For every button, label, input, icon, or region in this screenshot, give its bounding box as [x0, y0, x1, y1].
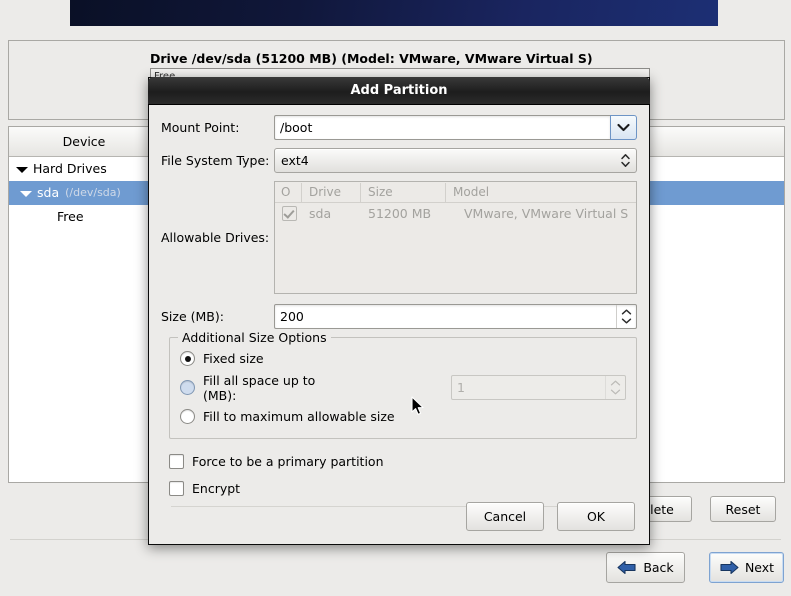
radio-fill-up-to-icon[interactable]: [180, 380, 195, 395]
allowable-drives-row-sda[interactable]: sda 51200 MB VMware, VMware Virtual S: [275, 203, 636, 224]
size-row: Size (MB): 200: [161, 304, 637, 329]
radio-option-fill-up-to[interactable]: Fill all space up to (MB): 1: [180, 372, 626, 403]
mount-point-input[interactable]: /boot: [274, 115, 610, 140]
radio-fixed-size-icon[interactable]: [180, 351, 195, 366]
column-header-model[interactable]: Model: [446, 183, 636, 202]
allowable-drives-label: Allowable Drives:: [161, 230, 270, 245]
column-header-size[interactable]: Size: [361, 182, 446, 202]
column-header-drive[interactable]: Drive: [302, 182, 361, 202]
tree-row-device-path: (/dev/sda): [65, 186, 121, 199]
fill-up-to-input: 1: [457, 380, 465, 395]
dialog-action-bar: Cancel OK: [149, 488, 649, 544]
file-system-type-row: File System Type: ext4: [161, 148, 637, 173]
drive-size-cell: 51200 MB: [368, 206, 432, 221]
radio-option-label: Fixed size: [203, 351, 264, 366]
next-button-label: Next: [744, 560, 775, 575]
file-system-type-select[interactable]: ext4: [274, 148, 637, 173]
drive-model-cell: VMware, VMware Virtual S: [464, 206, 629, 221]
back-button-label: Back: [643, 560, 674, 575]
dialog-title: Add Partition: [350, 83, 448, 98]
checkbox-label: Force to be a primary partition: [192, 453, 384, 469]
fill-up-to-spinbox: 1: [451, 375, 626, 400]
stepper-down-icon[interactable]: [621, 318, 632, 324]
tree-row-label: sda: [37, 185, 60, 200]
file-system-type-label: File System Type:: [161, 153, 270, 168]
size-spinbox[interactable]: 200: [274, 304, 637, 329]
checkbox-checked-icon[interactable]: [282, 206, 297, 221]
additional-size-options-group: Additional Size Options Fixed size Fill …: [169, 330, 637, 439]
stepper-up-icon[interactable]: [621, 309, 632, 315]
stepper-up-icon: [610, 380, 621, 386]
twisty-expanded-icon[interactable]: [15, 163, 28, 176]
additional-size-options-legend: Additional Size Options: [178, 330, 331, 345]
stepper-down-icon: [610, 389, 621, 395]
checkbox-force-primary[interactable]: Force to be a primary partition: [169, 449, 637, 473]
installer-banner: [70, 0, 718, 26]
file-system-type-value: ext4: [281, 153, 309, 168]
allowable-drives-row: Allowable Drives: O Drive Size Model sda…: [161, 181, 637, 294]
mount-point-combobox[interactable]: /boot: [274, 115, 637, 140]
tree-row-label: Hard Drives: [33, 161, 107, 176]
arrow-right-icon: [720, 560, 739, 575]
size-stepper[interactable]: [616, 305, 636, 328]
drive-title-label: Drive /dev/sda (51200 MB) (Model: VMware…: [150, 51, 593, 66]
twisty-expanded-icon[interactable]: [19, 187, 32, 200]
drive-name-cell: sda: [309, 206, 332, 221]
chevron-down-icon[interactable]: [610, 115, 637, 140]
add-partition-dialog: Add Partition Mount Point: /boot File Sy…: [148, 77, 650, 545]
up-down-arrows-icon: [619, 153, 632, 168]
column-header-check[interactable]: O: [275, 182, 302, 202]
next-button[interactable]: Next: [709, 552, 784, 583]
radio-fill-max-icon[interactable]: [180, 409, 195, 424]
size-label: Size (MB):: [161, 309, 224, 324]
back-button[interactable]: Back: [606, 552, 685, 583]
allowable-drives-header: O Drive Size Model: [275, 182, 636, 203]
tree-row-label: Free: [57, 209, 84, 224]
radio-option-label: Fill all space up to (MB):: [203, 372, 316, 403]
chevron-down-glyph: [617, 123, 630, 132]
cancel-button[interactable]: Cancel: [466, 501, 544, 531]
radio-option-label: Fill to maximum allowable size: [203, 409, 395, 424]
allowable-drives-list[interactable]: O Drive Size Model sda 51200 MB VMware, …: [274, 181, 637, 294]
reset-button[interactable]: Reset: [710, 496, 776, 522]
up-down-arrows-glyph: [621, 154, 630, 167]
radio-option-fill-max[interactable]: Fill to maximum allowable size: [180, 404, 626, 429]
dialog-titlebar: Add Partition: [148, 77, 650, 105]
arrow-left-icon: [617, 560, 636, 575]
checkbox-unchecked-icon[interactable]: [169, 453, 184, 469]
mount-point-row: Mount Point: /boot: [161, 115, 637, 140]
column-header-device[interactable]: Device: [9, 127, 160, 156]
mount-point-label: Mount Point:: [161, 120, 240, 135]
ok-button[interactable]: OK: [557, 501, 635, 531]
radio-option-fixed-size[interactable]: Fixed size: [180, 346, 626, 371]
drive-checkbox-cell[interactable]: [275, 206, 302, 221]
size-input[interactable]: 200: [275, 305, 616, 328]
fill-up-to-stepper: [605, 376, 625, 399]
